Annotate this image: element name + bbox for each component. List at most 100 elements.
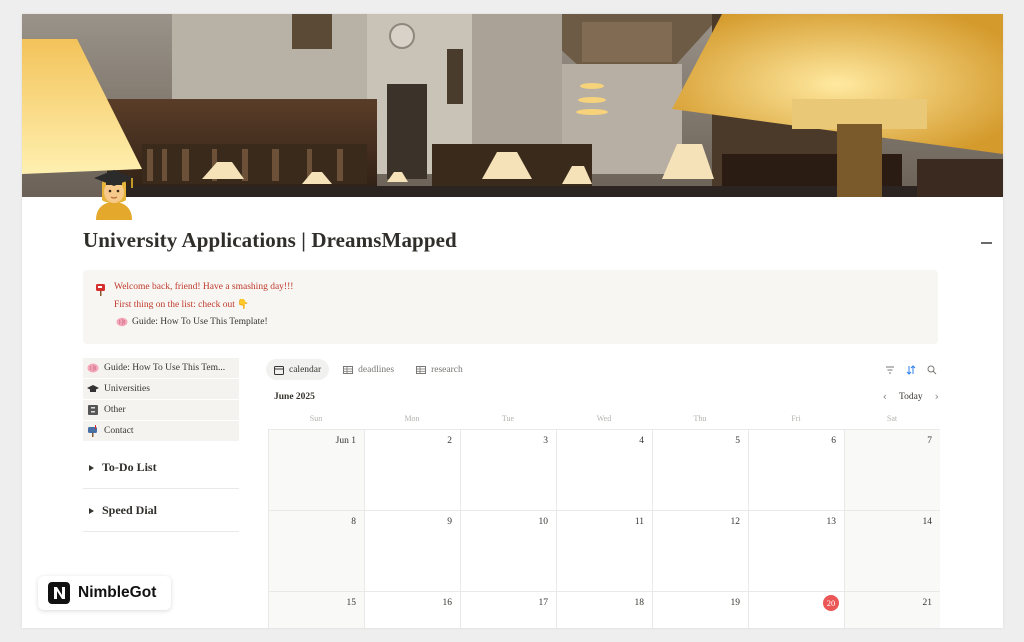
sort-icon[interactable] [906,365,916,375]
sidebar-item-contact[interactable]: Contact [83,421,239,441]
welcome-callout: Welcome back, friend! Have a smashing da… [83,270,938,344]
table-icon [343,365,354,374]
calendar-week: 15 16 17 18 19 20 21 [268,591,940,628]
filter-icon[interactable] [885,365,895,375]
watermark-text: NimbleGot [78,584,157,601]
weekday-header: Sun Mon Tue Wed Thu Fri Sat [268,409,940,429]
calendar-day[interactable]: 8 [268,511,364,591]
brain-icon [116,317,128,327]
sidebar-links: Guide: How To Use This Tem... Universiti… [83,358,239,442]
weekday-label: Fri [791,414,801,423]
chevron-right-icon[interactable]: › [935,390,939,403]
calendar-day[interactable]: 14 [844,511,940,591]
calendar-day-today[interactable]: 20 [748,592,844,628]
sidebar-item-other[interactable]: Other [83,400,239,420]
guide-link-label: Guide: How To Use This Template! [132,317,268,327]
calendar-day[interactable]: Jun 1 [268,430,364,510]
tab-deadlines[interactable]: deadlines [335,359,402,380]
chevron-left-icon[interactable]: ‹ [883,390,887,403]
toggle-todo-list[interactable]: To-Do List [83,446,239,489]
weekday-label: Sun [309,414,323,423]
calendar-day[interactable]: 13 [748,511,844,591]
table-icon [416,365,427,374]
view-toolbar [885,365,937,375]
welcome-text: Welcome back, friend! Have a smashing da… [114,282,294,292]
tab-label: research [431,364,463,375]
day-number: 14 [922,517,933,527]
search-icon[interactable] [927,365,937,375]
guide-link[interactable]: Guide: How To Use This Template! [116,317,268,327]
toggle-label: To-Do List [102,459,157,474]
calendar-day[interactable]: 12 [652,511,748,591]
day-number: 2 [447,436,452,446]
sidebar-item-label: Other [104,405,126,415]
today-day-number: 20 [823,595,839,611]
sidebar-item-universities[interactable]: Universities [83,379,239,399]
tab-research[interactable]: research [408,359,471,380]
weekday-label: Mon [404,414,420,423]
mailbox-icon [96,284,105,296]
calendar-day[interactable]: 3 [460,430,556,510]
collapse-icon[interactable] [981,242,992,244]
tab-calendar[interactable]: calendar [266,359,330,380]
toggle-speed-dial[interactable]: Speed Dial [83,489,239,532]
file-cabinet-icon [88,405,98,415]
brain-icon [87,363,99,373]
mailbox-icon [88,425,97,437]
weekday-label: Tue [501,414,515,423]
tab-label: calendar [289,364,322,375]
day-number: 8 [351,517,356,527]
day-number: 21 [922,598,933,608]
calendar-week: 8 9 10 11 12 13 14 [268,510,940,591]
day-number: 9 [447,517,452,527]
toggle-arrow-icon[interactable] [89,465,94,471]
calendar-day[interactable]: 19 [652,592,748,628]
weekday-label: Sat [886,414,898,423]
view-tabs: calendar deadlines research [266,359,471,380]
calendar-day[interactable]: 18 [556,592,652,628]
weekday-label: Thu [693,414,707,423]
day-number: 6 [831,436,836,446]
calendar-grid: Sun Mon Tue Wed Thu Fri Sat Jun 1 2 3 4 … [268,409,940,628]
calendar-day[interactable]: 10 [460,511,556,591]
day-number: 10 [538,517,549,527]
cover-image[interactable] [22,14,1003,197]
day-number: 11 [634,517,644,527]
calendar-icon [274,365,284,375]
library-cover-illustration [22,14,1003,197]
calendar-week: Jun 1 2 3 4 5 6 7 [268,429,940,510]
calendar-month-label: June 2025 [274,392,315,402]
calendar-day[interactable]: 11 [556,511,652,591]
day-number: 13 [826,517,837,527]
day-number: Jun 1 [335,436,356,446]
day-number: 3 [543,436,548,446]
calendar-day[interactable]: 6 [748,430,844,510]
first-thing-text: First thing on the list: check out 👇 [114,300,250,310]
calendar-day[interactable]: 5 [652,430,748,510]
graduation-cap-icon [87,385,99,392]
sidebar-item-label: Guide: How To Use This Tem... [104,363,226,373]
nimblegot-logo-icon [48,582,70,604]
calendar-day[interactable]: 7 [844,430,940,510]
day-number: 17 [538,598,549,608]
day-number: 19 [730,598,741,608]
today-button[interactable]: Today [899,392,923,402]
day-number: 7 [927,436,932,446]
day-number: 15 [346,598,357,608]
toggle-label: Speed Dial [102,502,158,517]
calendar-day[interactable]: 21 [844,592,940,628]
calendar-day[interactable]: 2 [364,430,460,510]
calendar-day[interactable]: 15 [268,592,364,628]
day-number: 18 [634,598,645,608]
day-number: 16 [442,598,453,608]
student-emoji-icon[interactable] [88,168,140,220]
calendar-day[interactable]: 9 [364,511,460,591]
calendar-day[interactable]: 4 [556,430,652,510]
calendar-day[interactable]: 16 [364,592,460,628]
sidebar-item-guide[interactable]: Guide: How To Use This Tem... [83,358,239,378]
weekday-label: Wed [596,414,612,423]
calendar-day[interactable]: 17 [460,592,556,628]
calendar-navigation: ‹ Today › [883,390,939,403]
nimblegot-watermark: NimbleGot [38,576,171,610]
toggle-arrow-icon[interactable] [89,508,94,514]
